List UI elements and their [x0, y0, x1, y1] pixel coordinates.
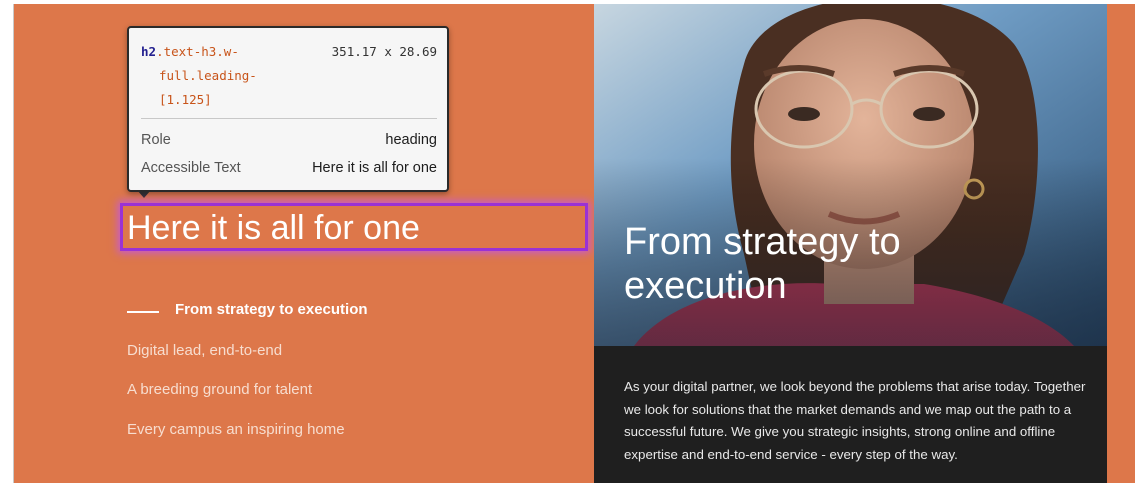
inspector-accessible-row: Accessible Text Here it is all for one	[141, 160, 437, 176]
inspector-accessible-value: Here it is all for one	[312, 160, 437, 176]
inspector-selector: h2.text-h3.w- full.leading- [1.125]	[141, 40, 301, 112]
inspector-class-line-3: [1.125]	[159, 92, 212, 107]
inspector-tooltip: h2.text-h3.w- full.leading- [1.125] 351.…	[127, 26, 449, 192]
inspector-role-row: Role heading	[141, 132, 437, 148]
inspector-highlight-box	[120, 203, 588, 251]
inspector-tooltip-arrow	[137, 190, 151, 198]
inspector-class-line-2: full.leading-	[159, 68, 257, 83]
nav-item-active[interactable]: From strategy to execution	[175, 301, 368, 318]
nav-item-digital-lead[interactable]: Digital lead, end-to-end	[127, 342, 282, 359]
inspector-dimensions: 351.17 x 28.69	[331, 44, 437, 59]
inspector-tag: h2	[141, 44, 157, 59]
feature-body-text: As your digital partner, we look beyond …	[624, 379, 1086, 462]
inspector-role-label: Role	[141, 132, 171, 148]
inspector-class-line-1: .text-h3.w-	[156, 44, 239, 59]
feature-title: From strategy to execution	[624, 221, 901, 307]
nav-active-indicator	[127, 311, 159, 313]
nav-item-campus[interactable]: Every campus an inspiring home	[127, 421, 345, 438]
inspector-divider	[141, 118, 437, 119]
inspector-accessible-label: Accessible Text	[141, 160, 241, 176]
inspector-role-value: heading	[385, 132, 437, 148]
nav-item-talent[interactable]: A breeding ground for talent	[127, 381, 312, 398]
